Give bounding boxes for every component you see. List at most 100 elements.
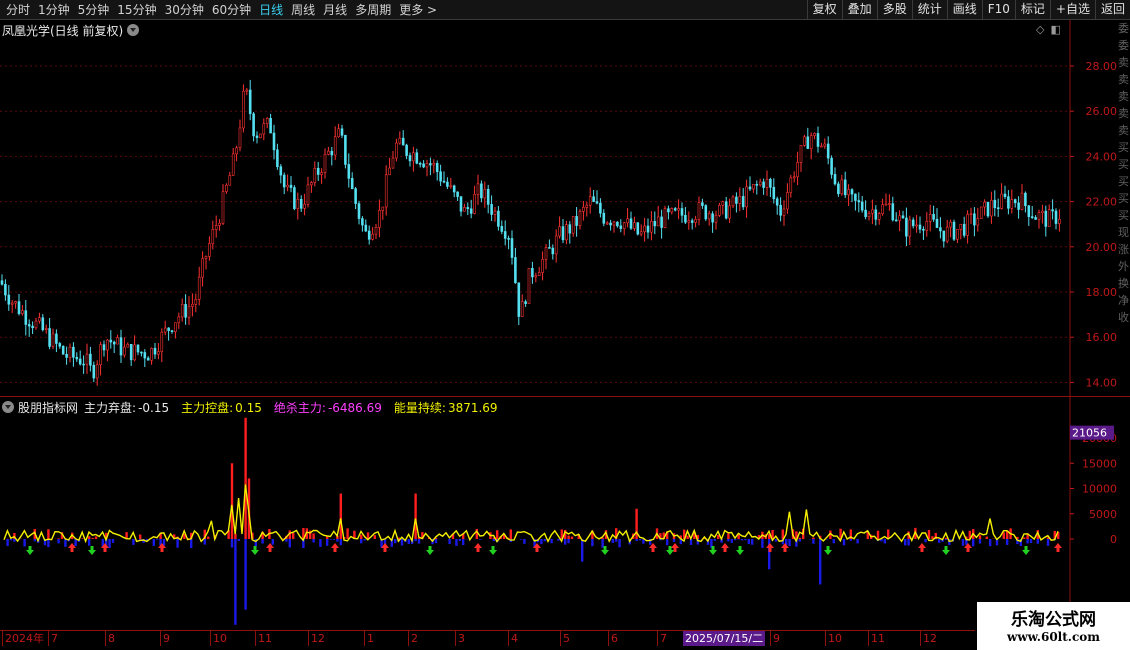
indicator-bar-positive [339, 493, 342, 539]
side-strip-label: 委 [1118, 22, 1129, 35]
candle-body [979, 206, 983, 219]
maximize-icon[interactable]: ◧ [1050, 23, 1060, 36]
indicator-bar-negative [23, 539, 26, 547]
indicator-bar-positive [139, 534, 142, 539]
side-strip-label: 涨 [1118, 243, 1129, 256]
multi-stock-button[interactable]: 多股 [876, 0, 912, 20]
tab-daily[interactable]: 日线 [255, 0, 287, 20]
overlay-button[interactable]: 叠加 [841, 0, 877, 20]
price-chart[interactable]: 28.00 26.00 24.00 22.00 20.00 18.00 16.00 14.00 [0, 20, 1130, 396]
tab-monthly[interactable]: 月线 [319, 0, 351, 20]
candle-body [82, 363, 85, 366]
candle-body [534, 275, 538, 278]
indicator-bar-negative [156, 539, 159, 540]
indicator-bar-positive [230, 463, 234, 539]
candle-body [286, 184, 289, 188]
mark-button[interactable]: 标记 [1014, 0, 1050, 20]
candle-body [789, 177, 793, 193]
diamond-icon[interactable]: ◇ [1036, 23, 1044, 36]
date-label: 10 [210, 631, 227, 646]
candle-body [337, 128, 340, 138]
restore-rights-button[interactable]: 复权 [806, 0, 842, 20]
add-watchlist-button[interactable]: +自选 [1049, 0, 1095, 20]
candle-body [925, 221, 929, 231]
tab-15min[interactable]: 15分钟 [113, 0, 160, 20]
chevron-down-icon[interactable] [2, 401, 14, 413]
candle-body [75, 356, 79, 360]
tab-1min[interactable]: 1分钟 [34, 0, 74, 20]
tab-30min[interactable]: 30分钟 [161, 0, 208, 20]
tab-more[interactable]: 更多 > [395, 0, 441, 20]
legend-value: 0.15 [235, 400, 262, 415]
indicator-bar-negative [904, 539, 907, 546]
indicator-bar-positive [57, 538, 60, 539]
indicator-bar-negative [288, 539, 291, 548]
candle-body [415, 152, 419, 164]
candle-body [986, 201, 990, 217]
indicator-bar-negative [618, 539, 621, 548]
indicator-chart[interactable]: 2000015000100005000021056 [0, 397, 1130, 631]
indicator-bar-positive [931, 536, 934, 539]
candle-body [225, 184, 228, 192]
sell-arrow-icon [1022, 546, 1030, 555]
candle-body [248, 89, 252, 115]
tab-weekly[interactable]: 周线 [287, 0, 319, 20]
candle-body [707, 213, 711, 220]
indicator-bar-negative [47, 539, 50, 548]
candle-body [983, 201, 986, 208]
side-quote-strip: 委委卖卖卖卖卖买买买买买现涨外换净收 [1117, 20, 1130, 395]
candle-body [354, 188, 357, 204]
back-button[interactable]: 返回 [1094, 0, 1130, 20]
candle-body [517, 282, 521, 317]
tab-5min[interactable]: 5分钟 [74, 0, 114, 20]
candle-body [157, 351, 160, 355]
indicator-bar-negative [414, 539, 417, 542]
candle-body [388, 167, 391, 176]
candle-body [405, 144, 408, 156]
candle-body [34, 320, 38, 329]
candle-body [296, 198, 300, 209]
indicator-bar-positive [91, 537, 94, 539]
candle-body [915, 224, 918, 227]
candle-body [503, 231, 507, 239]
candle-body [993, 199, 997, 209]
candle-body [344, 135, 347, 165]
candle-body [214, 225, 218, 230]
candle-body [850, 189, 854, 195]
candle-body [51, 333, 55, 347]
candle-body [143, 352, 147, 359]
indicator-bar-positive [1002, 532, 1005, 539]
candle-body [272, 132, 276, 151]
candle-body [745, 186, 748, 208]
candle-body [310, 182, 313, 186]
legend-label: 主力控盘: [181, 400, 234, 415]
candle-body [395, 142, 398, 159]
statistics-button[interactable]: 统计 [911, 0, 947, 20]
candle-body [830, 157, 833, 175]
legend-item-control: 主力控盘: 0.15 [181, 399, 268, 416]
indicator-pane[interactable]: 2000015000100005000021056 股朋指标网 主力弃盘:-0.… [0, 396, 1130, 631]
indicator-bar-negative [611, 539, 614, 543]
candle-body [755, 184, 759, 186]
legend-label: 能量持续: [393, 400, 446, 415]
candle-body [391, 157, 395, 169]
draw-line-button[interactable]: 画线 [946, 0, 982, 20]
chevron-down-icon[interactable] [127, 24, 140, 36]
candle-body [935, 218, 939, 228]
chart-title-row: 凤凰光学(日线 前复权) [2, 22, 140, 38]
indicator-bar-negative [747, 539, 750, 545]
price-chart-pane[interactable]: 28.00 26.00 24.00 22.00 20.00 18.00 16.00 14.00… [0, 20, 1130, 396]
candle-body [204, 256, 208, 259]
right-tools: 复权 叠加 多股 统计 画线 F10 标记 +自选 返回 [806, 0, 1130, 20]
candle-body [1024, 192, 1027, 207]
indicator-bar-negative [329, 539, 332, 540]
tab-60min[interactable]: 60分钟 [208, 0, 255, 20]
candle-body [796, 162, 799, 178]
tab-multi-period[interactable]: 多周期 [351, 0, 395, 20]
candle-body [456, 191, 459, 197]
indicator-bar-negative [1029, 539, 1033, 543]
f10-button[interactable]: F10 [981, 0, 1015, 20]
tab-intraday[interactable]: 分时 [2, 0, 34, 20]
indicator-bar-negative [285, 539, 288, 542]
candle-body [1013, 199, 1017, 204]
